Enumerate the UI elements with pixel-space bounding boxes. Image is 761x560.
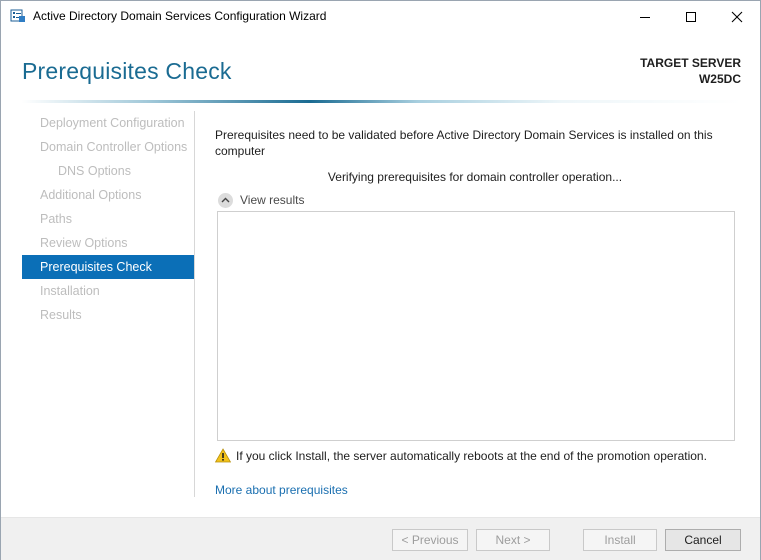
nav-divider <box>194 111 195 497</box>
ad-ds-wizard-icon <box>10 9 25 22</box>
nav-item-paths: Paths <box>40 212 72 226</box>
wizard-nav: Deployment Configuration Domain Controll… <box>22 111 194 327</box>
cancel-button[interactable]: Cancel <box>665 529 741 551</box>
close-button[interactable] <box>714 1 760 32</box>
more-about-prerequisites-link[interactable]: More about prerequisites <box>215 483 348 497</box>
header-divider <box>22 100 742 103</box>
nav-item-additional-options: Additional Options <box>40 188 142 202</box>
next-button[interactable]: Next > <box>476 529 550 551</box>
warning-icon <box>215 448 231 463</box>
view-results-toggle[interactable]: View results <box>218 191 338 209</box>
minimize-button[interactable] <box>622 1 668 32</box>
nav-item-results: Results <box>40 308 82 322</box>
wizard-window: Active Directory Domain Services Configu… <box>0 0 761 560</box>
window-title: Active Directory Domain Services Configu… <box>33 9 327 23</box>
target-server-label: TARGET SERVER <box>640 56 741 70</box>
title-bar: Active Directory Domain Services Configu… <box>1 1 760 32</box>
maximize-button[interactable] <box>668 1 714 32</box>
results-panel <box>217 211 735 441</box>
nav-item-dns-options: DNS Options <box>58 164 131 178</box>
reboot-warning: If you click Install, the server automat… <box>215 448 735 463</box>
maximize-icon <box>686 11 696 22</box>
close-icon <box>731 11 743 22</box>
view-results-label[interactable]: View results <box>240 193 304 207</box>
chevron-up-icon[interactable] <box>218 192 233 208</box>
prerequisites-description: Prerequisites need to be validated befor… <box>215 128 713 158</box>
nav-item-installation: Installation <box>40 284 100 298</box>
nav-item-prerequisites-check[interactable]: Prerequisites Check <box>22 255 194 279</box>
nav-item-deployment-configuration: Deployment Configuration <box>40 116 185 130</box>
previous-button[interactable]: < Previous <box>392 529 468 551</box>
install-button[interactable]: Install <box>583 529 657 551</box>
minimize-icon <box>640 16 650 18</box>
verification-status: Verifying prerequisites for domain contr… <box>327 170 623 184</box>
warning-text: If you click Install, the server automat… <box>236 448 707 463</box>
wizard-footer: < Previous Next > Install Cancel <box>1 517 760 560</box>
page-title: Prerequisites Check <box>22 58 232 84</box>
target-server-name: W25DC <box>698 72 741 86</box>
nav-item-domain-controller-options: Domain Controller Options <box>40 140 188 154</box>
nav-item-review-options: Review Options <box>40 236 128 250</box>
